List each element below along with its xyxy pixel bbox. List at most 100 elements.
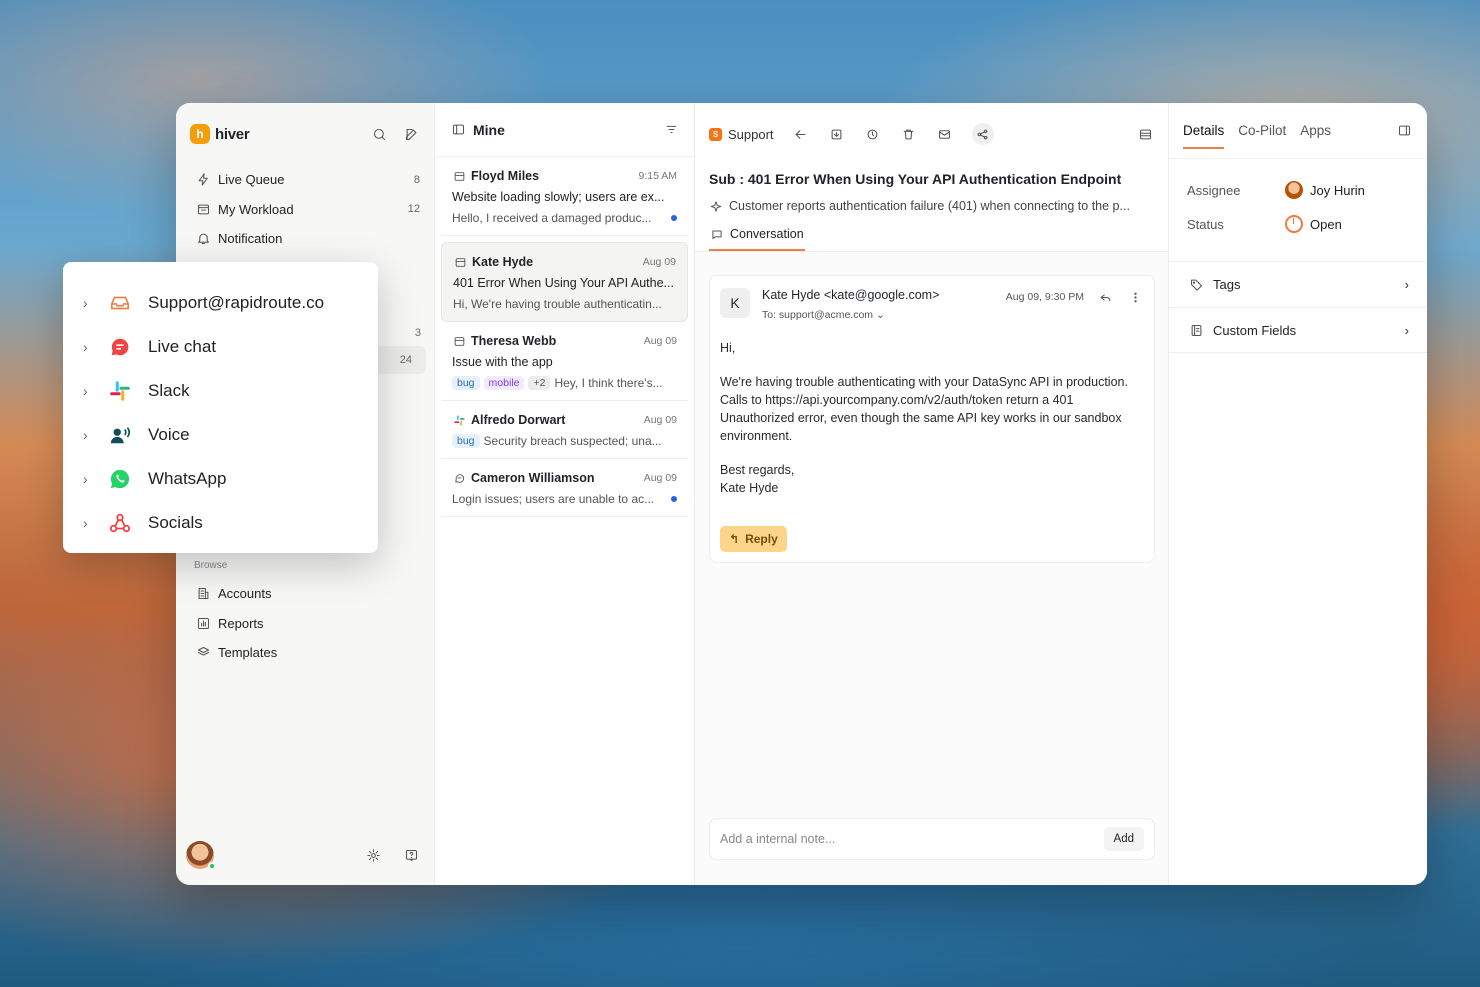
tag-mobile[interactable]: mobile xyxy=(483,376,525,390)
status-row[interactable]: Status Open xyxy=(1169,207,1427,241)
more-vertical-icon[interactable] xyxy=(1126,288,1144,306)
sidebar-item-label: Accounts xyxy=(218,586,272,602)
sidebar-item-my-workload[interactable]: My Workload 12 xyxy=(176,195,434,225)
chevron-right-icon: › xyxy=(83,295,88,311)
inbox-selector[interactable]: S Support xyxy=(709,127,774,142)
panel-icon[interactable] xyxy=(449,121,467,139)
sidebar-item-accounts[interactable]: Accounts xyxy=(176,579,435,609)
reply-button[interactable]: ↰ Reply xyxy=(720,526,787,552)
brand-name: hiver xyxy=(215,125,250,143)
message-time: Aug 09 xyxy=(643,335,677,347)
hiver-logo[interactable]: h xyxy=(190,124,210,144)
tab-details[interactable]: Details xyxy=(1183,123,1225,149)
brand-header: h hiver xyxy=(176,103,434,165)
filter-icon[interactable] xyxy=(662,121,680,139)
chevron-right-icon: › xyxy=(1404,277,1409,292)
sidebar-item-reports[interactable]: Reports xyxy=(176,609,435,639)
add-note-button[interactable]: Add xyxy=(1103,827,1144,851)
tab-co-pilot[interactable]: Co-Pilot xyxy=(1238,123,1286,138)
count-badge: 8 xyxy=(413,173,420,186)
sender-name: Alfredo Dorwart xyxy=(471,413,566,427)
sidebar-item-notification[interactable]: Notification xyxy=(176,224,434,254)
email-icon xyxy=(452,169,466,183)
status-value: Open xyxy=(1310,216,1342,232)
email-signoff: Best regards, xyxy=(720,463,795,477)
sidebar-toggle-icon[interactable] xyxy=(1395,122,1413,140)
sidebar-item-label: Templates xyxy=(218,645,278,661)
email-to-text: To: support@acme.com xyxy=(762,309,874,321)
channel-item-slack[interactable]: › Slack xyxy=(63,369,378,413)
share-icon[interactable] xyxy=(971,123,994,145)
bolt-icon xyxy=(194,171,212,189)
sidebar-item-label: Live Queue xyxy=(218,172,285,188)
channel-label: Support@rapidroute.co xyxy=(148,293,325,312)
snooze-clock-icon[interactable] xyxy=(864,125,882,143)
sender-name: Floyd Miles xyxy=(471,169,540,183)
message-list: Mine Floyd Miles 9:15 AM Website loading… xyxy=(435,103,695,885)
email-to[interactable]: To: support@acme.com ⌄ xyxy=(762,309,939,321)
channel-label: Live chat xyxy=(148,337,217,356)
tag-bug[interactable]: bug xyxy=(452,376,480,390)
list-item-selected[interactable]: Kate Hyde Aug 09 401 Error When Using Yo… xyxy=(441,242,688,322)
custom-fields-label: Custom Fields xyxy=(1213,322,1297,338)
count-badge: 12 xyxy=(407,203,420,216)
list-item[interactable]: Alfredo Dorwart Aug 09 bug Security brea… xyxy=(441,401,688,459)
channel-item-email[interactable]: › Support@rapidroute.co xyxy=(63,281,378,325)
tab-conversation[interactable]: Conversation xyxy=(709,227,805,251)
details-panel: Details Co-Pilot Apps Assignee Joy Hurin… xyxy=(1169,103,1427,885)
tab-label: Conversation xyxy=(730,227,804,241)
sidebar-item-live-queue[interactable]: Live Queue 8 xyxy=(176,165,434,195)
channel-label: Slack xyxy=(148,381,190,400)
help-icon[interactable] xyxy=(402,846,420,864)
assignee-avatar xyxy=(1285,181,1303,199)
mail-icon[interactable] xyxy=(936,125,954,143)
sidebar-item-label: Reports xyxy=(218,615,264,631)
bell-icon xyxy=(194,230,212,248)
inbox-icon xyxy=(194,200,212,218)
conversation-toolbar: S Support xyxy=(695,103,1168,165)
sidebar-item-templates[interactable]: Templates xyxy=(176,638,435,668)
tab-apps[interactable]: Apps xyxy=(1300,123,1331,138)
tag-more[interactable]: +2 xyxy=(528,376,551,390)
archive-icon[interactable] xyxy=(828,125,846,143)
layers-icon xyxy=(194,644,212,662)
settings-gear-icon[interactable] xyxy=(364,846,382,864)
browse-section-label: Browse xyxy=(194,560,228,571)
tags-section[interactable]: Tags › xyxy=(1169,261,1427,307)
email-from: Kate Hyde <kate@google.com> xyxy=(762,288,940,302)
chevron-right-icon: › xyxy=(83,471,88,487)
unread-dot xyxy=(671,215,677,221)
trash-icon[interactable] xyxy=(900,125,918,143)
channel-item-socials[interactable]: › Socials xyxy=(63,501,378,545)
summary-text: Customer reports authentication failure … xyxy=(729,199,1130,213)
internal-note-input[interactable]: Add a internal note... Add xyxy=(709,818,1155,860)
compose-icon[interactable] xyxy=(402,125,420,143)
socials-icon xyxy=(109,512,131,534)
chat-bubble-icon xyxy=(710,227,724,241)
email-time: Aug 09, 9:30 PM xyxy=(1005,291,1084,303)
list-item[interactable]: Cameron Williamson Aug 09 Login issues; … xyxy=(441,459,688,517)
back-arrow-icon[interactable] xyxy=(792,125,810,143)
voice-icon xyxy=(109,424,131,446)
channel-label: WhatsApp xyxy=(148,469,227,488)
message-preview: Security breach suspected; una... xyxy=(483,434,662,448)
custom-fields-section[interactable]: Custom Fields › xyxy=(1169,307,1427,353)
conversation-subject: Sub : 401 Error When Using Your API Auth… xyxy=(709,171,1122,187)
assignee-row[interactable]: Assignee Joy Hurin xyxy=(1169,173,1427,207)
search-icon[interactable] xyxy=(370,125,388,143)
message-preview: Hello, I received a damaged produc... xyxy=(452,211,652,225)
tag-bug[interactable]: bug xyxy=(452,434,480,448)
list-item[interactable]: Floyd Miles 9:15 AM Website loading slow… xyxy=(441,157,688,236)
channel-item-live-chat[interactable]: › Live chat xyxy=(63,325,378,369)
chevron-right-icon: › xyxy=(83,383,88,399)
list-item[interactable]: Theresa Webb Aug 09 Issue with the app b… xyxy=(441,322,688,401)
layout-toggle-icon[interactable] xyxy=(1136,125,1154,143)
user-avatar[interactable] xyxy=(186,841,216,870)
reply-arrow-icon[interactable] xyxy=(1096,288,1114,306)
building-icon xyxy=(194,585,212,603)
ai-summary: Customer reports authentication failure … xyxy=(709,199,1154,213)
channel-item-voice[interactable]: › Voice xyxy=(63,413,378,457)
message-subject: Issue with the app xyxy=(452,355,553,369)
channel-item-whatsapp[interactable]: › WhatsApp xyxy=(63,457,378,501)
email-icon xyxy=(453,255,467,269)
